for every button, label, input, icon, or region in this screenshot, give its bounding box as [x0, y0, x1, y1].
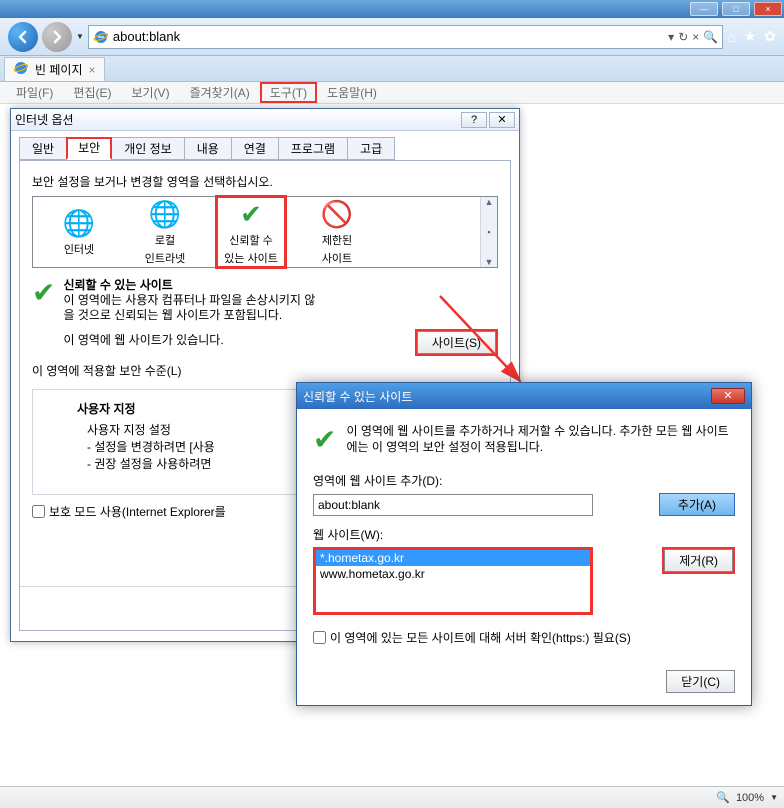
- browser-tab[interactable]: 빈 페이지 ×: [4, 57, 105, 81]
- search-icon[interactable]: 🔍: [703, 30, 718, 44]
- zones-listbox: 🌐 인터넷 🌐 로컬 인트라넷 ✔ 신뢰할 수 있는 사이트 🚫: [32, 196, 498, 268]
- status-bar: 🔍 100% ▼: [0, 786, 784, 808]
- scroll-up-icon[interactable]: ▲: [485, 197, 494, 207]
- require-https-label: 이 영역에 있는 모든 사이트에 대해 서버 확인(https:) 필요(S): [330, 629, 631, 646]
- menu-help[interactable]: 도움말(H): [317, 82, 387, 103]
- zone-restricted[interactable]: 🚫 제한된 사이트: [301, 198, 373, 266]
- tab-close-icon[interactable]: ×: [89, 63, 96, 77]
- check-green-large-icon: ✔: [313, 423, 336, 456]
- add-site-input[interactable]: [313, 494, 593, 516]
- tab-title: 빈 페이지: [35, 61, 83, 78]
- add-button[interactable]: 추가(A): [659, 493, 735, 516]
- check-green-large-icon: ✔: [32, 276, 55, 348]
- scroll-down-icon[interactable]: ▼: [485, 257, 494, 267]
- trusted-dialog-title: 신뢰할 수 있는 사이트: [303, 388, 412, 405]
- remove-button[interactable]: 제거(R): [664, 549, 733, 572]
- globe-icon: 🌐: [63, 207, 95, 239]
- require-https-checkbox[interactable]: [313, 631, 326, 644]
- ie-favicon-icon: [93, 29, 109, 45]
- zoom-icon[interactable]: 🔍: [716, 791, 730, 804]
- stop-icon[interactable]: ×: [692, 30, 699, 44]
- check-green-icon: ✔: [235, 198, 267, 230]
- zone-trusted[interactable]: ✔ 신뢰할 수 있는 사이트: [215, 195, 287, 269]
- dialog-close-button[interactable]: ✕: [489, 112, 515, 128]
- zoom-level[interactable]: 100%: [736, 792, 764, 804]
- menu-favorites[interactable]: 즐겨찾기(A): [180, 82, 260, 103]
- window-close[interactable]: ×: [754, 2, 782, 16]
- tab-security[interactable]: 보안: [66, 137, 112, 160]
- window-minimize[interactable]: —: [690, 2, 718, 16]
- trusted-sites-listbox[interactable]: *.hometax.go.kr www.hometax.go.kr: [313, 547, 593, 615]
- ie-favicon-icon: [13, 60, 29, 79]
- menu-view[interactable]: 보기(V): [121, 82, 179, 103]
- list-item[interactable]: www.hometax.go.kr: [316, 566, 590, 582]
- zones-scrollbar[interactable]: ▲ ▪ ▼: [480, 197, 497, 267]
- favorites-icon[interactable]: ★: [744, 28, 757, 45]
- zone-desc-title: 신뢰할 수 있는 사이트: [63, 276, 498, 293]
- add-site-label: 영역에 웹 사이트 추가(D):: [313, 472, 735, 489]
- addr-dropdown-icon[interactable]: ▾: [668, 30, 674, 44]
- tab-connections[interactable]: 연결: [231, 137, 279, 160]
- tab-advanced[interactable]: 고급: [347, 137, 395, 160]
- tab-programs[interactable]: 프로그램: [278, 137, 348, 160]
- sites-list-label: 웹 사이트(W):: [313, 526, 735, 543]
- tab-privacy[interactable]: 개인 정보: [111, 137, 185, 160]
- tab-content[interactable]: 내용: [184, 137, 232, 160]
- back-button[interactable]: [8, 22, 38, 52]
- menu-tools[interactable]: 도구(T): [260, 82, 317, 103]
- menubar: 파일(F) 편집(E) 보기(V) 즐겨찾기(A) 도구(T) 도움말(H): [0, 82, 784, 104]
- no-entry-icon: 🚫: [321, 198, 353, 230]
- protected-mode-label: 보호 모드 사용(Internet Explorer를: [49, 503, 226, 520]
- address-input[interactable]: [113, 29, 664, 44]
- trusted-sites-dialog: 신뢰할 수 있는 사이트 ✕ ✔ 이 영역에 웹 사이트를 추가하거나 제거할 …: [296, 382, 752, 706]
- zoom-dropdown-icon[interactable]: ▼: [770, 793, 778, 802]
- refresh-icon[interactable]: ↻: [678, 30, 688, 44]
- list-item[interactable]: *.hometax.go.kr: [316, 550, 590, 566]
- dialog-title: 인터넷 옵션: [15, 111, 74, 128]
- security-level-label: 이 영역에 적용할 보안 수준(L): [32, 362, 498, 379]
- zone-desc-body: 이 영역에는 사용자 컴퓨터나 파일을 손상시키지 않을 것으로 신뢰되는 웹 …: [63, 293, 323, 323]
- home-icon[interactable]: ⌂: [727, 29, 735, 45]
- zone-internet[interactable]: 🌐 인터넷: [43, 207, 115, 257]
- sites-button[interactable]: 사이트(S): [417, 331, 496, 354]
- zone-select-label: 보안 설정을 보거나 변경할 영역을 선택하십시오.: [32, 173, 498, 190]
- tab-general[interactable]: 일반: [19, 137, 67, 160]
- globe-monitor-icon: 🌐: [149, 198, 181, 230]
- menu-file[interactable]: 파일(F): [6, 82, 63, 103]
- trusted-desc: 이 영역에 웹 사이트를 추가하거나 제거할 수 있습니다. 추가한 모든 웹 …: [346, 423, 735, 456]
- tools-gear-icon[interactable]: ✿: [764, 28, 776, 45]
- zone-intranet[interactable]: 🌐 로컬 인트라넷: [129, 198, 201, 266]
- window-maximize[interactable]: □: [722, 2, 750, 16]
- close-button[interactable]: 닫기(C): [666, 670, 735, 693]
- protected-mode-checkbox[interactable]: [32, 505, 45, 518]
- nav-history-dropdown[interactable]: ▼: [76, 32, 84, 41]
- forward-button[interactable]: [42, 22, 72, 52]
- menu-edit[interactable]: 편집(E): [63, 82, 121, 103]
- trusted-dialog-close[interactable]: ✕: [711, 388, 745, 404]
- dialog-help-button[interactable]: ?: [461, 112, 487, 128]
